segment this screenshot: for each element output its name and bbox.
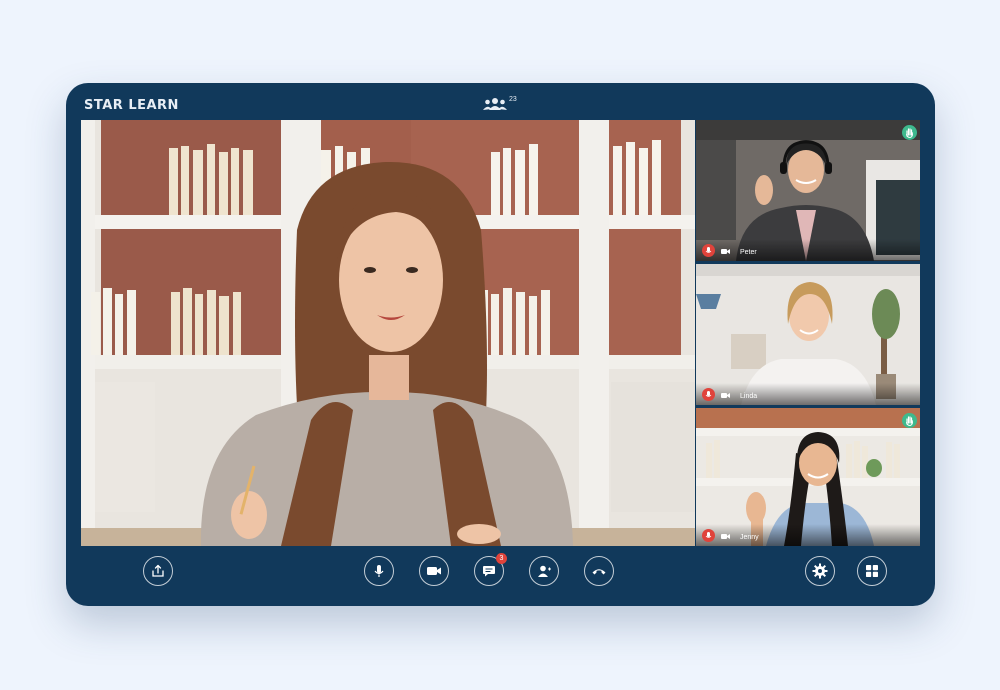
tile-footer: Jenny: [696, 524, 920, 546]
tile-footer: Peter: [696, 239, 920, 261]
microphone-button[interactable]: [364, 556, 394, 586]
app-logo: STAR LEARN: [84, 98, 179, 113]
muted-mic-icon[interactable]: [702, 529, 715, 542]
end-call-button[interactable]: [584, 556, 614, 586]
layout-button[interactable]: [857, 556, 887, 586]
raised-hand-icon: [902, 125, 917, 140]
settings-button[interactable]: [805, 556, 835, 586]
add-user-icon: [537, 565, 551, 577]
chat-button[interactable]: 3: [474, 553, 507, 586]
share-screen-button[interactable]: [143, 556, 173, 586]
video-camera-button[interactable]: [419, 556, 449, 586]
microphone-icon: [374, 565, 384, 577]
participant-tile[interactable]: Linda: [696, 264, 920, 405]
participant-name: Linda: [740, 393, 758, 400]
participant-count: 23: [509, 96, 517, 103]
raised-hand-icon: [902, 413, 917, 428]
camera-icon: [721, 534, 730, 539]
settings-gear-icon: [812, 563, 828, 579]
participants-icon: [483, 98, 507, 110]
main-speaker-video[interactable]: [81, 120, 695, 546]
top-bar: STAR LEARN 23: [66, 83, 935, 120]
grid-layout-icon: [866, 565, 878, 577]
camera-icon: [721, 393, 730, 398]
participant-tile[interactable]: Peter: [696, 120, 920, 261]
muted-mic-icon[interactable]: [702, 244, 715, 257]
participant-name: Peter: [740, 249, 757, 256]
add-user-button[interactable]: [529, 556, 559, 586]
camera-icon: [721, 249, 730, 254]
participant-name: Jenny: [740, 534, 759, 541]
video-camera-icon: [427, 567, 441, 575]
share-screen-icon: [152, 564, 164, 577]
participants-button[interactable]: 23: [482, 96, 522, 117]
video-conference-window: STAR LEARN 23 Peter Linda Jenny 3: [66, 83, 935, 606]
muted-mic-icon[interactable]: [702, 388, 715, 401]
chat-icon: [483, 566, 495, 577]
unread-badge: 3: [496, 553, 507, 564]
end-call-icon: [592, 569, 606, 575]
main-video-feed: [81, 120, 695, 546]
participant-tile[interactable]: Jenny: [696, 408, 920, 546]
tile-footer: Linda: [696, 383, 920, 405]
